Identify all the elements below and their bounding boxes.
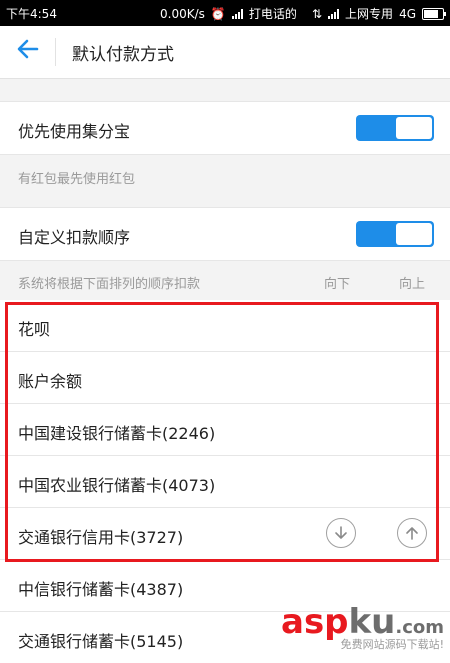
- arrow-up-circle-icon[interactable]: [397, 518, 427, 548]
- payment-item-label: 交通银行储蓄卡(5145): [18, 632, 184, 651]
- jifenbao-row: 优先使用集分宝: [0, 101, 450, 155]
- custom-order-hint: 系统将根据下面排列的顺序扣款: [18, 277, 201, 292]
- signal-icon: [231, 8, 243, 19]
- column-up-label: 向上: [399, 277, 426, 292]
- custom-order-row: 自定义扣款顺序: [0, 207, 450, 261]
- payment-item[interactable]: 账户余额: [0, 352, 450, 404]
- status-center: 0.00K/s ⏰ 打电话的: [160, 5, 297, 22]
- payment-item-label: 中信银行储蓄卡(4387): [18, 580, 184, 599]
- alarm-icon: ⏰: [210, 6, 226, 21]
- column-down-label: 向下: [324, 277, 351, 292]
- battery-icon: [422, 7, 446, 20]
- payment-item-label: 中国建设银行储蓄卡(2246): [18, 424, 216, 443]
- jifenbao-toggle[interactable]: [356, 115, 434, 141]
- toggle-knob: [396, 223, 432, 245]
- jifenbao-hint: 有红包最先使用红包: [18, 172, 136, 187]
- nav-bar: 默认付款方式: [0, 26, 450, 79]
- toggle-knob: [396, 117, 432, 139]
- status-bar: 下午4:54 0.00K/s ⏰ 打电话的 ⇅ 上网专用 4G: [0, 0, 450, 26]
- payment-item[interactable]: 中国建设银行储蓄卡(2246): [0, 404, 450, 456]
- payment-item-label: 账户余额: [18, 372, 83, 391]
- payment-item-label: 花呗: [18, 320, 51, 339]
- back-arrow-icon[interactable]: [14, 38, 42, 66]
- payment-item-label: 交通银行信用卡(3727): [18, 528, 184, 547]
- jifenbao-label: 优先使用集分宝: [18, 122, 131, 141]
- status-right: ⇅ 上网专用 4G: [311, 5, 446, 22]
- network-speed: 0.00K/s: [160, 6, 205, 21]
- page-title: 默认付款方式: [72, 45, 174, 65]
- signal-icon-2: [328, 8, 340, 19]
- payment-item-selected[interactable]: 交通银行信用卡(3727): [0, 508, 450, 560]
- custom-order-toggle[interactable]: [356, 221, 434, 247]
- nav-divider: [55, 38, 56, 66]
- payment-item-label: 中国农业银行储蓄卡(4073): [18, 476, 216, 495]
- arrow-down-circle-icon[interactable]: [326, 518, 356, 548]
- carrier-2: 上网专用: [345, 7, 394, 21]
- network-type: 4G: [399, 6, 416, 21]
- carrier-1: 打电话的: [248, 7, 297, 21]
- payment-item[interactable]: 花呗: [0, 300, 450, 352]
- data-transfer-icon: ⇅: [311, 6, 323, 21]
- custom-order-label: 自定义扣款顺序: [18, 228, 131, 247]
- watermark: aspku.com 免费网站源码下载站!: [281, 602, 444, 652]
- payment-item[interactable]: 中国农业银行储蓄卡(4073): [0, 456, 450, 508]
- status-time: 下午4:54: [6, 7, 57, 21]
